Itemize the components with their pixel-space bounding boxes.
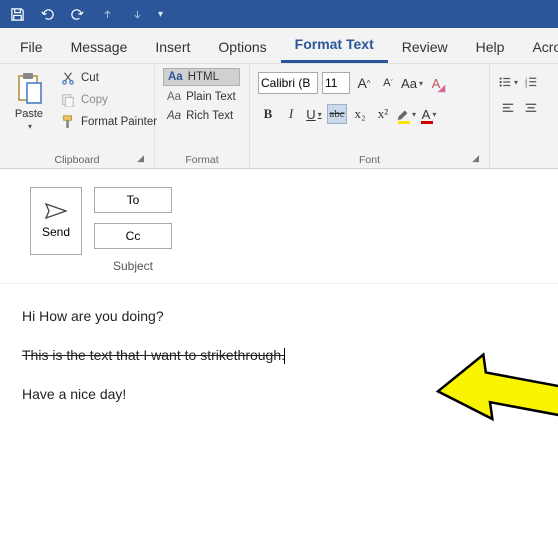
- font-group-label: Font◢: [258, 152, 481, 166]
- highlight-button[interactable]: ▾: [396, 104, 416, 124]
- body-line-2: This is the text that I want to striketh…: [22, 347, 285, 363]
- cc-button[interactable]: Cc: [94, 223, 172, 249]
- tab-options[interactable]: Options: [204, 31, 280, 63]
- format-painter-icon: [60, 114, 76, 130]
- body-line-1: Hi How are you doing?: [22, 306, 536, 327]
- underline-button[interactable]: U▾: [304, 104, 324, 124]
- html-aa: Aa: [168, 71, 183, 83]
- group-font: A^ Aˇ Aa▾ A◢ B I U▾ abc x₂ x² ▾ A▾: [250, 64, 490, 168]
- numbering-button[interactable]: 123: [521, 72, 541, 92]
- font-name-input[interactable]: [258, 72, 318, 94]
- svg-text:3: 3: [525, 83, 528, 88]
- undo-icon[interactable]: [38, 5, 56, 23]
- plain-label: Plain Text: [186, 91, 236, 103]
- bullets-icon: [498, 75, 512, 89]
- tab-file[interactable]: File: [6, 31, 57, 63]
- qat-customize-icon[interactable]: ▾: [158, 9, 163, 20]
- align-left-button[interactable]: [498, 98, 518, 118]
- change-case-button[interactable]: Aa▾: [402, 73, 422, 93]
- html-button[interactable]: Aa HTML: [163, 68, 240, 86]
- send-icon: [45, 203, 67, 219]
- plain-text-button[interactable]: Aa Plain Text: [163, 89, 240, 105]
- redo-icon[interactable]: [68, 5, 86, 23]
- tab-format-text[interactable]: Format Text: [281, 28, 388, 63]
- cut-label: Cut: [81, 72, 99, 84]
- copy-icon: [60, 92, 76, 108]
- paste-label: Paste: [15, 108, 43, 120]
- down-icon[interactable]: [128, 5, 146, 23]
- shrink-font-button[interactable]: Aˇ: [378, 73, 398, 93]
- align-left-icon: [501, 101, 515, 115]
- bullets-button[interactable]: ▾: [498, 72, 518, 92]
- bold-button[interactable]: B: [258, 104, 278, 124]
- clear-format-button[interactable]: A◢: [426, 73, 446, 93]
- rich-aa: Aa: [167, 110, 181, 122]
- tab-insert[interactable]: Insert: [141, 31, 204, 63]
- ribbon-tabs: File Message Insert Options Format Text …: [0, 28, 558, 64]
- italic-button[interactable]: I: [281, 104, 301, 124]
- text-cursor: [284, 348, 285, 364]
- format-group-label: Format: [163, 152, 241, 166]
- rich-label: Rich Text: [186, 110, 233, 122]
- font-launcher-icon[interactable]: ◢: [472, 153, 479, 164]
- align-center-button[interactable]: [521, 98, 541, 118]
- tab-help[interactable]: Help: [462, 31, 519, 63]
- group-paragraph: ▾ 123: [490, 64, 550, 168]
- numbering-icon: 123: [524, 75, 538, 89]
- format-painter-label: Format Painter: [81, 116, 157, 128]
- clipboard-launcher-icon[interactable]: ◢: [137, 153, 144, 164]
- clipboard-group-label: Clipboard◢: [8, 152, 146, 166]
- paste-icon: [14, 72, 44, 106]
- body-line-3: Have a nice day!: [22, 384, 536, 405]
- group-clipboard: Paste ▾ Cut Copy: [0, 64, 155, 168]
- format-painter-button[interactable]: Format Painter: [56, 112, 161, 132]
- paste-button[interactable]: Paste ▾: [8, 68, 50, 152]
- cut-button[interactable]: Cut: [56, 68, 161, 88]
- html-label: HTML: [188, 71, 219, 83]
- subject-label: Subject: [94, 259, 172, 273]
- subscript-button[interactable]: x₂: [350, 104, 370, 124]
- grow-font-button[interactable]: A^: [354, 73, 374, 93]
- plain-aa: Aa: [167, 91, 181, 103]
- eraser-icon: ◢: [438, 83, 446, 94]
- font-color-button[interactable]: A▾: [419, 104, 439, 124]
- send-label: Send: [42, 225, 70, 239]
- copy-button[interactable]: Copy: [56, 90, 161, 110]
- mail-header: Send To Cc Subject: [0, 169, 558, 284]
- tab-acrobat[interactable]: Acroba: [518, 31, 558, 63]
- to-button[interactable]: To: [94, 187, 172, 213]
- font-size-input[interactable]: [322, 72, 350, 94]
- superscript-button[interactable]: x²: [373, 104, 393, 124]
- send-button[interactable]: Send: [30, 187, 82, 255]
- strikethrough-button[interactable]: abc: [327, 104, 347, 124]
- up-icon[interactable]: [98, 5, 116, 23]
- align-center-icon: [524, 101, 538, 115]
- email-body[interactable]: Hi How are you doing? This is the text t…: [0, 284, 558, 445]
- quick-access-toolbar: ▾: [0, 0, 558, 28]
- tab-message[interactable]: Message: [57, 31, 142, 63]
- group-format: Aa HTML Aa Plain Text Aa Rich Text Forma…: [155, 64, 250, 168]
- save-icon[interactable]: [8, 5, 26, 23]
- cut-icon: [60, 70, 76, 86]
- copy-label: Copy: [81, 94, 108, 106]
- tab-review[interactable]: Review: [388, 31, 462, 63]
- rich-text-button[interactable]: Aa Rich Text: [163, 108, 240, 124]
- paste-caret-icon: ▾: [28, 122, 32, 131]
- highlight-icon: [396, 107, 410, 121]
- ribbon: Paste ▾ Cut Copy: [0, 64, 558, 169]
